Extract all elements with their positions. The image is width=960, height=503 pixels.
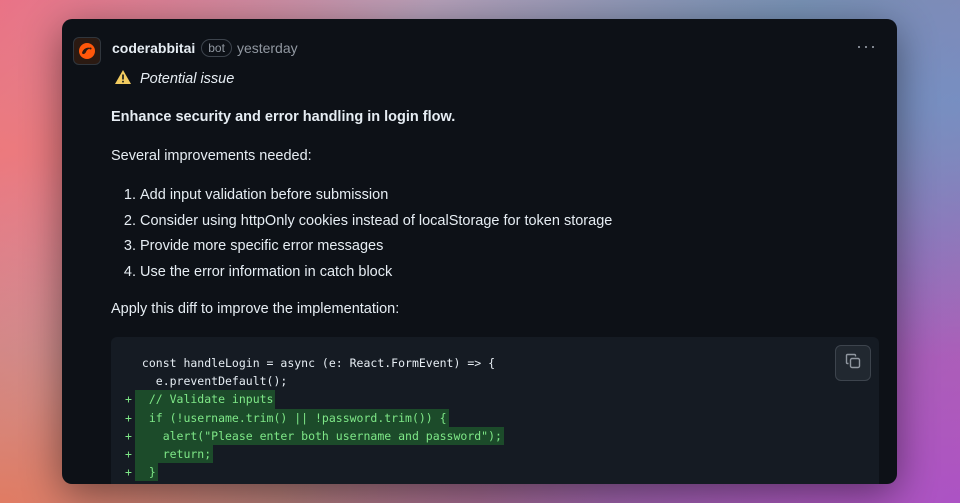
added-code-line: + alert("Please enter both username and … (125, 426, 879, 445)
comment-body: Potential issue Enhance security and err… (111, 69, 881, 484)
intro-text: Several improvements needed: (111, 148, 312, 164)
added-code-line: + return; (125, 444, 879, 464)
comment-card: coderabbitai bot yesterday ··· Potential… (62, 19, 897, 484)
list-item: Use the error information in catch block (140, 260, 612, 286)
comment-header: coderabbitai bot yesterday (112, 39, 298, 57)
list-item: Provide more specific error messages (140, 234, 612, 260)
added-code-line: + } (125, 463, 879, 482)
list-item: Add input validation before submission (140, 183, 612, 209)
added-code-line: + if (!username.trim() || !password.trim… (125, 408, 879, 427)
timestamp[interactable]: yesterday (237, 40, 298, 56)
copy-icon (845, 353, 861, 373)
kebab-horizontal-icon[interactable]: ··· (856, 37, 877, 55)
diff-code-block: const handleLogin = async (e: React.Form… (111, 337, 879, 484)
author-name[interactable]: coderabbitai (112, 40, 195, 56)
code-line: const handleLogin = async (e: React.Form… (135, 356, 496, 370)
code-lines: const handleLogin = async (e: React.Form… (125, 354, 879, 482)
list-item: Consider using httpOnly cookies instead … (140, 209, 612, 235)
added-code-line: + // Validate inputs (125, 390, 879, 409)
copy-button[interactable] (835, 345, 871, 381)
apply-diff-text: Apply this diff to improve the implement… (111, 301, 400, 317)
bot-badge: bot (201, 39, 232, 57)
issue-label: Potential issue (114, 69, 881, 89)
improvements-list: Add input validation before submission C… (111, 183, 612, 286)
warning-icon (114, 69, 132, 89)
code-line: e.preventDefault(); (135, 374, 288, 389)
coderabbit-avatar-icon[interactable] (73, 37, 101, 65)
issue-text: Potential issue (140, 71, 235, 87)
comment-title: Enhance security and error handling in l… (111, 109, 456, 125)
